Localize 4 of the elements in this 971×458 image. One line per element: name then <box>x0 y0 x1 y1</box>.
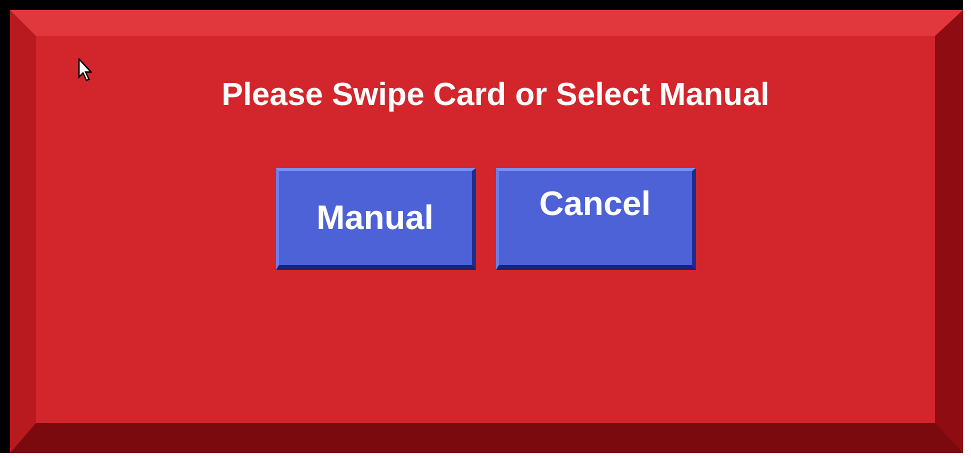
dialog-button[interactable]: Manual <box>276 168 476 270</box>
cursor-icon <box>78 58 92 82</box>
dialog-button[interactable]: Cancel <box>496 168 696 270</box>
prompt-text: Please Swipe Card or Select Manual <box>222 76 770 113</box>
